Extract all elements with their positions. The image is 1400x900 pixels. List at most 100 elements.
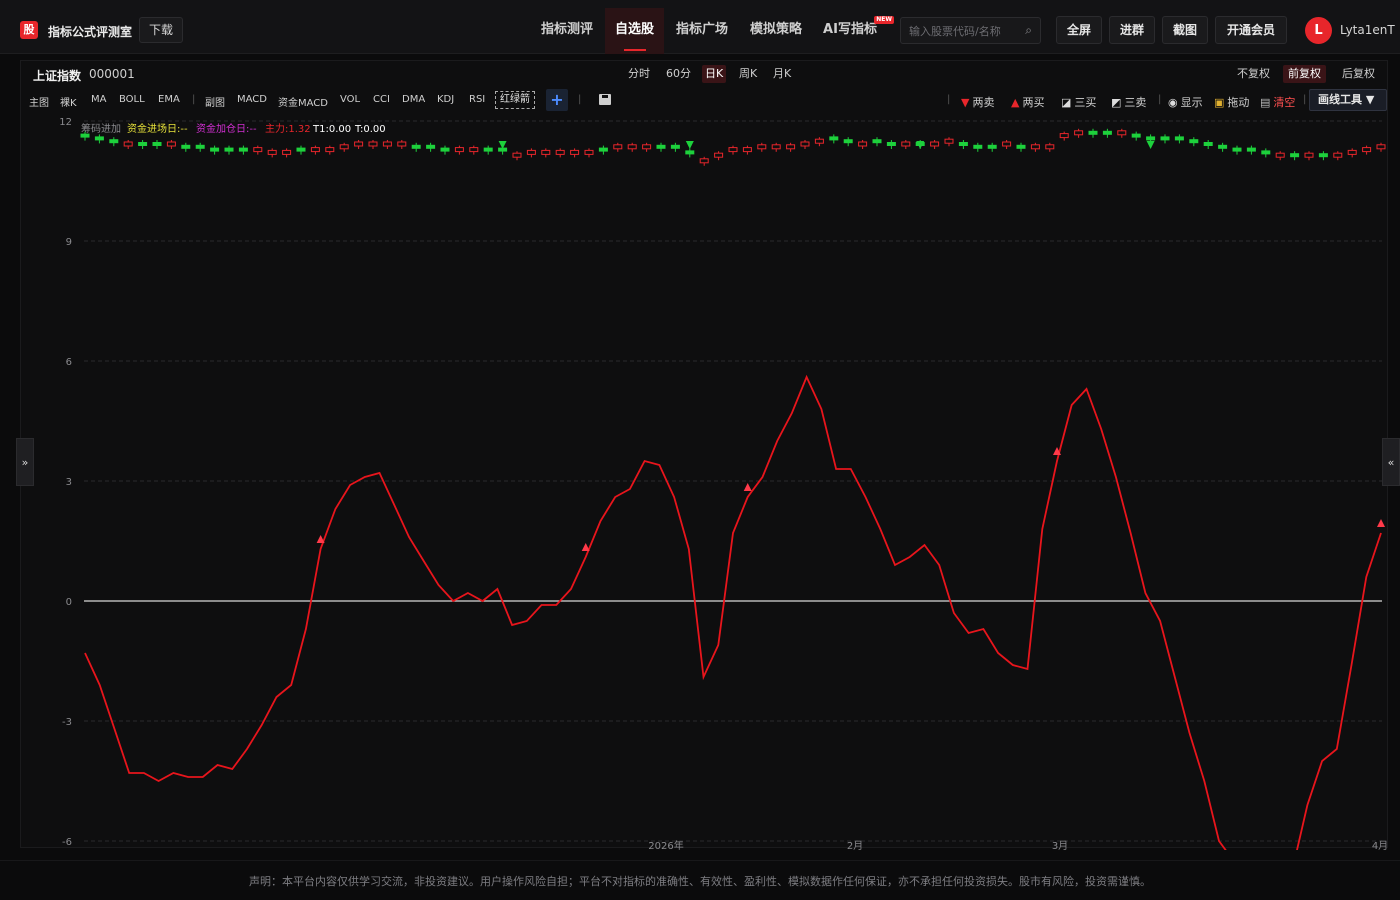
indicator-boll[interactable]: BOLL: [119, 94, 145, 105]
down-triangle-icon: ▼: [961, 96, 970, 109]
indicator-bare-k[interactable]: 裸K: [60, 94, 77, 109]
two-sell-tool[interactable]: ▼ 两卖: [961, 94, 994, 110]
stock-search-box[interactable]: ⌕: [900, 17, 1041, 44]
candle-body: [181, 144, 191, 149]
indicator-ema[interactable]: EMA: [158, 94, 180, 105]
y-tick-label: -3: [62, 717, 72, 728]
candle-body: [1131, 133, 1141, 138]
three-buy-tool[interactable]: ◪ 三买: [1061, 94, 1096, 110]
add-indicator-button[interactable]: +: [546, 89, 568, 111]
period-tab-monthly[interactable]: 月K: [770, 65, 794, 83]
candle-body: [1102, 130, 1112, 135]
candle-body: [1074, 130, 1084, 136]
candle-body: [627, 144, 637, 150]
nav-item-indicator-plaza[interactable]: 指标广场: [667, 8, 737, 54]
join-group-button[interactable]: 进群: [1109, 16, 1155, 44]
adjust-forward-tab[interactable]: 前复权: [1283, 65, 1326, 83]
candle-body: [613, 144, 623, 150]
tool-label: 两卖: [972, 96, 995, 109]
y-tick-label: -6: [62, 837, 72, 848]
candle-body: [944, 138, 954, 144]
x-tick-label: 4月: [1372, 840, 1388, 850]
period-tab-intraday[interactable]: 分时: [625, 65, 653, 83]
trash-icon: ▤: [1260, 96, 1271, 109]
trend-up-icon: ◪: [1061, 96, 1072, 109]
nav-item-watchlist[interactable]: 自选股: [605, 8, 664, 54]
candle-body: [757, 144, 767, 150]
download-button[interactable]: 下载: [139, 17, 183, 43]
left-panel-toggle[interactable]: »: [16, 438, 34, 486]
legend-fund-add: 资金加仓日:--: [196, 122, 257, 135]
indicator-fund-macd[interactable]: 资金MACD: [278, 94, 328, 109]
right-panel-toggle[interactable]: «: [1382, 438, 1400, 486]
candle-body: [541, 149, 551, 155]
candle-body: [872, 139, 882, 144]
candle-body: [138, 142, 148, 146]
drag-toggle[interactable]: ▣ 拖动: [1214, 94, 1249, 110]
candle-body: [656, 144, 666, 149]
candle-body: [282, 149, 292, 155]
indicator-cci[interactable]: CCI: [373, 94, 390, 105]
indicator-macd[interactable]: MACD: [237, 94, 267, 105]
trend-down-icon: ◩: [1111, 96, 1122, 109]
y-tick-label: 9: [66, 237, 72, 248]
save-icon[interactable]: [599, 94, 611, 105]
period-tab-weekly[interactable]: 周K: [736, 65, 760, 83]
candle-body: [1189, 139, 1199, 144]
fullscreen-button[interactable]: 全屏: [1056, 16, 1102, 44]
candle-body: [1030, 144, 1040, 150]
candle-body: [426, 144, 436, 149]
legend-chip-label: 筹码进加: [81, 122, 121, 135]
adjust-none-tab[interactable]: 不复权: [1232, 65, 1275, 83]
candle-body: [1232, 147, 1242, 152]
candle-body: [454, 147, 464, 153]
up-triangle-icon: ▲: [1011, 96, 1020, 109]
indicator-kdj[interactable]: KDJ: [437, 94, 454, 105]
stock-search-input[interactable]: [909, 22, 1019, 40]
adjust-backward-tab[interactable]: 后复权: [1337, 65, 1380, 83]
three-sell-tool[interactable]: ◩ 三卖: [1111, 94, 1146, 110]
x-tick-label: 3月: [1052, 840, 1068, 850]
indicator-rsi[interactable]: RSI: [469, 94, 485, 105]
screenshot-button[interactable]: 截图: [1162, 16, 1208, 44]
clear-button[interactable]: ▤ 清空: [1260, 94, 1295, 110]
candle-body: [512, 152, 522, 158]
app-logo[interactable]: 股: [20, 21, 38, 39]
candle-body: [1146, 136, 1156, 141]
candle-body: [1174, 136, 1184, 141]
nav-item-ai-indicator[interactable]: AI写指标 NEW: [816, 8, 894, 54]
draw-tools-dropdown[interactable]: 画线工具 ▼: [1309, 89, 1387, 111]
two-buy-tool[interactable]: ▲ 两买: [1011, 94, 1044, 110]
app-title[interactable]: 指标公式评测室: [48, 23, 132, 40]
candle-body: [699, 158, 709, 164]
username[interactable]: Lyta1enT: [1340, 23, 1395, 37]
indicator-red-green-arrow[interactable]: 红绿箭: [495, 91, 535, 109]
period-tab-60min[interactable]: 60分: [663, 65, 694, 83]
y-tick-label: 12: [59, 117, 72, 128]
candle-body: [354, 141, 364, 147]
candle-body: [1275, 152, 1285, 158]
candle-body: [814, 138, 824, 144]
indicator-chart[interactable]: 筹码进加 资金进场日:-- 资金加仓日:-- 主力:1.32 T1:0.00 T…: [20, 115, 1388, 850]
membership-button[interactable]: 开通会员: [1215, 16, 1287, 44]
indicator-vol[interactable]: VOL: [340, 94, 360, 105]
y-tick-label: 6: [66, 357, 72, 368]
indicator-dma[interactable]: DMA: [402, 94, 425, 105]
show-toggle[interactable]: ◉ 显示: [1168, 94, 1203, 110]
indicator-ma[interactable]: MA: [91, 94, 106, 105]
candle-body: [584, 149, 594, 155]
candle-body: [1246, 147, 1256, 152]
avatar[interactable]: L: [1305, 17, 1332, 44]
nav-item-indicator-review[interactable]: 指标测评: [532, 8, 602, 54]
candle-body: [382, 141, 392, 147]
stock-code: 000001: [89, 67, 135, 81]
buy-marker-triangle: [743, 483, 752, 491]
candle-body: [973, 144, 983, 149]
nav-item-simulation-strategy[interactable]: 模拟策略: [741, 8, 811, 54]
search-icon[interactable]: ⌕: [1025, 23, 1032, 38]
candle-body: [1045, 144, 1055, 150]
candle-body: [152, 142, 162, 146]
tool-label: 两买: [1022, 96, 1045, 109]
period-tab-daily[interactable]: 日K: [702, 65, 727, 83]
tool-label: 三买: [1074, 96, 1097, 109]
